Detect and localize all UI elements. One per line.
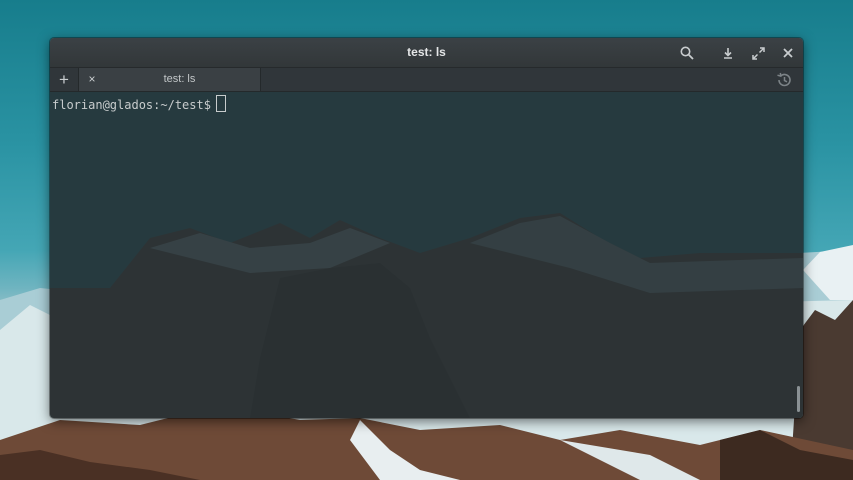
- tab-test-ls[interactable]: × test: ls: [78, 68, 261, 91]
- tab-label: test: ls: [163, 73, 196, 85]
- search-icon[interactable]: [678, 44, 696, 62]
- new-tab-button[interactable]: +: [53, 69, 75, 90]
- history-icon[interactable]: [775, 71, 793, 89]
- tab-close-icon[interactable]: ×: [85, 71, 99, 87]
- scrollbar[interactable]: [797, 386, 800, 412]
- terminal-window[interactable]: test: ls + × test: ls florian@glados:~/t…: [50, 38, 803, 418]
- terminal-output[interactable]: florian@glados:~/test$: [50, 92, 803, 418]
- text-cursor: [215, 95, 226, 112]
- prompt-line: florian@glados:~/test$: [52, 95, 226, 112]
- close-icon[interactable]: [779, 44, 797, 62]
- desktop: test: ls + × test: ls florian@glados:~/t…: [0, 0, 853, 480]
- titlebar[interactable]: test: ls: [50, 38, 803, 68]
- download-icon[interactable]: [719, 44, 737, 62]
- fullscreen-icon[interactable]: [749, 44, 767, 62]
- tab-bar: + × test: ls: [50, 68, 803, 92]
- shell-prompt: florian@glados:~/test$: [52, 98, 211, 112]
